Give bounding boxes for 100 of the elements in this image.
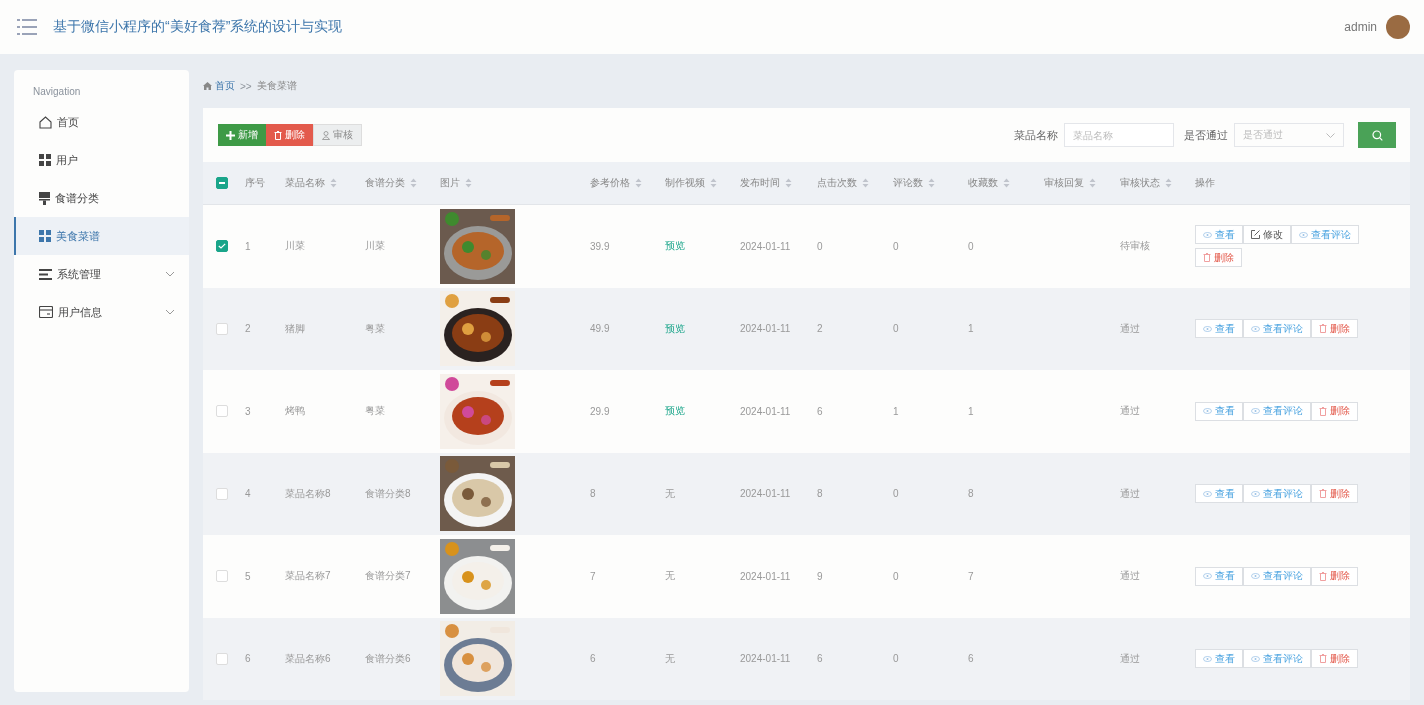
view-button[interactable]: 查看 bbox=[1195, 319, 1243, 339]
home-icon bbox=[39, 115, 52, 129]
table-cell: 食谱分类8 bbox=[365, 486, 411, 501]
preview-link[interactable]: 预览 bbox=[665, 321, 685, 336]
trash-icon bbox=[1319, 324, 1327, 334]
table-cell: 猪脚 bbox=[285, 321, 305, 336]
trash-icon bbox=[1319, 406, 1327, 416]
comments-button[interactable]: 查看评论 bbox=[1243, 649, 1311, 669]
view-button[interactable]: 查看 bbox=[1195, 484, 1243, 504]
sidebar-item[interactable]: 首页 bbox=[14, 103, 189, 141]
preview-link[interactable]: 预览 bbox=[665, 239, 685, 254]
delete-button[interactable]: 删除 bbox=[1311, 401, 1358, 421]
table-cell: 川菜 bbox=[365, 239, 385, 254]
eye-icon bbox=[1203, 490, 1212, 497]
trash-icon bbox=[1203, 253, 1211, 263]
comments-button[interactable]: 查看评论 bbox=[1243, 566, 1311, 586]
audit-button[interactable]: 审核 bbox=[313, 124, 362, 146]
sidebar-item[interactable]: 用户 bbox=[14, 141, 189, 179]
table-cell: 6 bbox=[590, 653, 596, 665]
eye-icon bbox=[1203, 573, 1212, 580]
comments-button[interactable]: 查看评论 bbox=[1243, 401, 1311, 421]
delete-button[interactable]: 删除 bbox=[266, 124, 313, 146]
column-label: 审核回复 bbox=[1044, 176, 1084, 190]
table-cell: 无 bbox=[665, 651, 675, 666]
comments-button[interactable]: 查看评论 bbox=[1291, 225, 1359, 245]
comments-button[interactable]: 查看评论 bbox=[1243, 319, 1311, 339]
view-button[interactable]: 查看 bbox=[1195, 566, 1243, 586]
table-cell: 通过 bbox=[1120, 486, 1140, 501]
table-cell: 粤菜 bbox=[365, 404, 385, 419]
menu-icon[interactable] bbox=[17, 19, 37, 35]
nav-label: 首页 bbox=[57, 114, 80, 130]
add-button[interactable]: 新增 bbox=[218, 124, 266, 146]
sidebar-item[interactable]: 美食菜谱 bbox=[14, 217, 189, 255]
column-label: 操作 bbox=[1195, 176, 1215, 190]
avatar[interactable] bbox=[1386, 15, 1410, 39]
table-cell: 8 bbox=[590, 488, 596, 500]
sort-icon[interactable] bbox=[862, 178, 869, 188]
column-header[interactable]: 收藏数 bbox=[968, 176, 1010, 190]
row-checkbox[interactable] bbox=[215, 240, 228, 253]
column-header[interactable]: 菜品名称 bbox=[285, 176, 337, 190]
column-header[interactable]: 审核回复 bbox=[1044, 176, 1096, 190]
sidebar-item[interactable]: 系统管理 bbox=[14, 255, 189, 293]
edit-button[interactable]: 修改 bbox=[1243, 225, 1291, 245]
breadcrumb-current: 美食菜谱 bbox=[256, 79, 297, 93]
table-cell: 2024-01-11 bbox=[740, 323, 791, 335]
brush-icon bbox=[39, 191, 50, 205]
sort-icon[interactable] bbox=[1003, 178, 1010, 188]
table-cell: 通过 bbox=[1120, 404, 1140, 419]
table-cell: 2024-01-11 bbox=[740, 653, 791, 665]
table-cell: 菜品名称6 bbox=[285, 651, 331, 666]
table-cell: 4 bbox=[245, 488, 251, 500]
sort-icon[interactable] bbox=[1089, 178, 1096, 188]
user-name[interactable]: admin bbox=[1344, 20, 1377, 34]
column-header[interactable]: 制作视频 bbox=[665, 176, 717, 190]
column-label: 点击次数 bbox=[817, 176, 857, 190]
sort-icon[interactable] bbox=[465, 178, 472, 188]
sidebar-item[interactable]: 用户信息 bbox=[14, 293, 189, 331]
column-header[interactable]: 参考价格 bbox=[590, 176, 642, 190]
table-cell: 食谱分类6 bbox=[365, 651, 411, 666]
column-header[interactable]: 发布时间 bbox=[740, 176, 792, 190]
search-button[interactable] bbox=[1358, 122, 1396, 148]
view-button[interactable]: 查看 bbox=[1195, 401, 1243, 421]
sort-icon[interactable] bbox=[330, 178, 337, 188]
delete-button[interactable]: 删除 bbox=[1195, 248, 1242, 268]
sort-icon[interactable] bbox=[710, 178, 717, 188]
sort-icon[interactable] bbox=[635, 178, 642, 188]
delete-button[interactable]: 删除 bbox=[1311, 649, 1358, 669]
breadcrumb-link[interactable]: 首页 bbox=[215, 79, 235, 93]
delete-button[interactable]: 删除 bbox=[1311, 484, 1358, 504]
delete-button[interactable]: 删除 bbox=[1311, 566, 1358, 586]
eye-icon bbox=[1203, 325, 1212, 332]
column-header[interactable]: 评论数 bbox=[893, 176, 935, 190]
column-header[interactable]: 图片 bbox=[440, 176, 472, 190]
eye-icon bbox=[1251, 655, 1260, 662]
table-cell: 待审核 bbox=[1120, 239, 1150, 254]
column-label: 制作视频 bbox=[665, 176, 705, 190]
preview-link[interactable]: 预览 bbox=[665, 404, 685, 419]
column-header[interactable]: 点击次数 bbox=[817, 176, 869, 190]
column-header[interactable]: 审核状态 bbox=[1120, 176, 1172, 190]
sort-icon[interactable] bbox=[785, 178, 792, 188]
view-button[interactable]: 查看 bbox=[1195, 225, 1243, 245]
sort-icon[interactable] bbox=[928, 178, 935, 188]
sort-icon[interactable] bbox=[1165, 178, 1172, 188]
plus-icon bbox=[226, 130, 235, 140]
table-cell: 7 bbox=[968, 570, 974, 582]
table-cell: 2024-01-11 bbox=[740, 570, 791, 582]
sort-icon[interactable] bbox=[410, 178, 417, 188]
table-cell: 9 bbox=[817, 570, 823, 582]
column-header[interactable]: 食谱分类 bbox=[365, 176, 417, 190]
trash-icon bbox=[274, 130, 282, 140]
comments-button[interactable]: 查看评论 bbox=[1243, 484, 1311, 504]
filter-label: 是否通过 bbox=[1184, 127, 1228, 143]
app-title: 基于微信小程序的“美好食荐”系统的设计与实现 bbox=[53, 18, 343, 36]
column-label: 图片 bbox=[440, 176, 460, 190]
select-all-checkbox[interactable] bbox=[215, 177, 228, 189]
sidebar-item[interactable]: 食谱分类 bbox=[14, 179, 189, 217]
table-cell: 无 bbox=[665, 569, 675, 584]
view-button[interactable]: 查看 bbox=[1195, 649, 1243, 669]
delete-button[interactable]: 删除 bbox=[1311, 319, 1358, 339]
eye-icon bbox=[1251, 573, 1260, 580]
